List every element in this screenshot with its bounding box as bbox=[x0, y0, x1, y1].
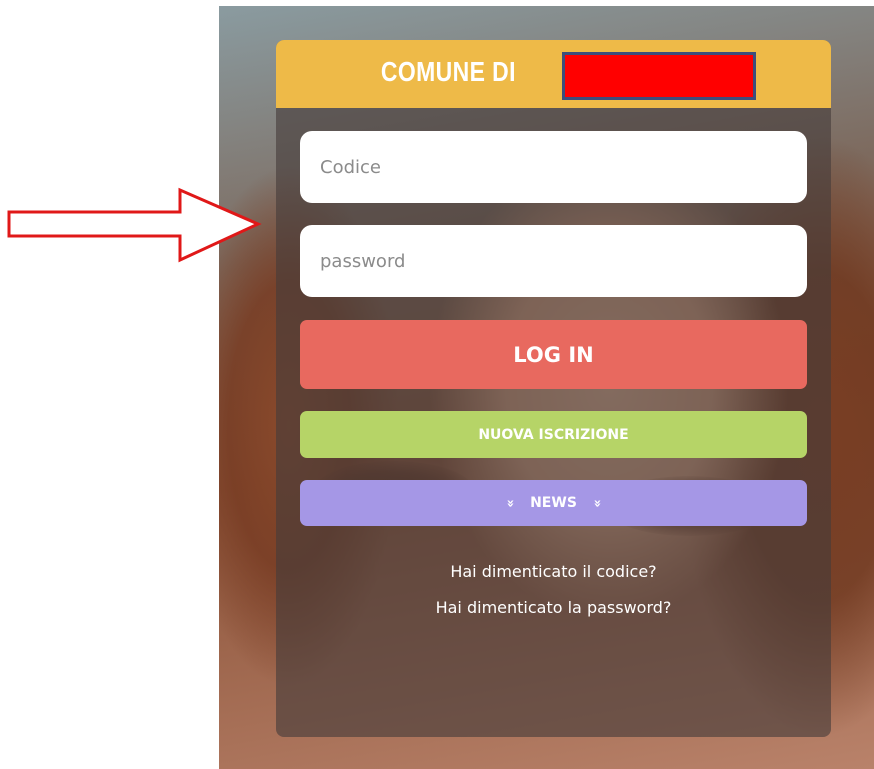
new-registration-label: NUOVA ISCRIZIONE bbox=[478, 426, 629, 443]
red-arrow-annotation bbox=[7, 187, 262, 263]
forgot-password-link[interactable]: Hai dimenticato la password? bbox=[276, 598, 831, 617]
double-chevron-down-icon: » bbox=[589, 498, 605, 508]
password-input[interactable] bbox=[300, 225, 807, 297]
forgot-code-link[interactable]: Hai dimenticato il codice? bbox=[276, 562, 831, 581]
new-registration-button[interactable]: NUOVA ISCRIZIONE bbox=[300, 411, 807, 458]
code-input[interactable] bbox=[300, 131, 807, 203]
login-button[interactable]: LOG IN bbox=[300, 320, 807, 389]
news-label: NEWS bbox=[530, 495, 577, 511]
redacted-name-box bbox=[562, 52, 756, 100]
login-panel: COMUNE DI LOG IN NUOVA ISCRIZIONE » NEWS… bbox=[276, 40, 831, 737]
news-toggle-button[interactable]: » NEWS » bbox=[300, 480, 807, 526]
login-button-label: LOG IN bbox=[513, 342, 594, 367]
double-chevron-down-icon: » bbox=[502, 498, 518, 508]
panel-header: COMUNE DI bbox=[276, 40, 831, 108]
municipality-title: COMUNE DI bbox=[380, 56, 516, 87]
